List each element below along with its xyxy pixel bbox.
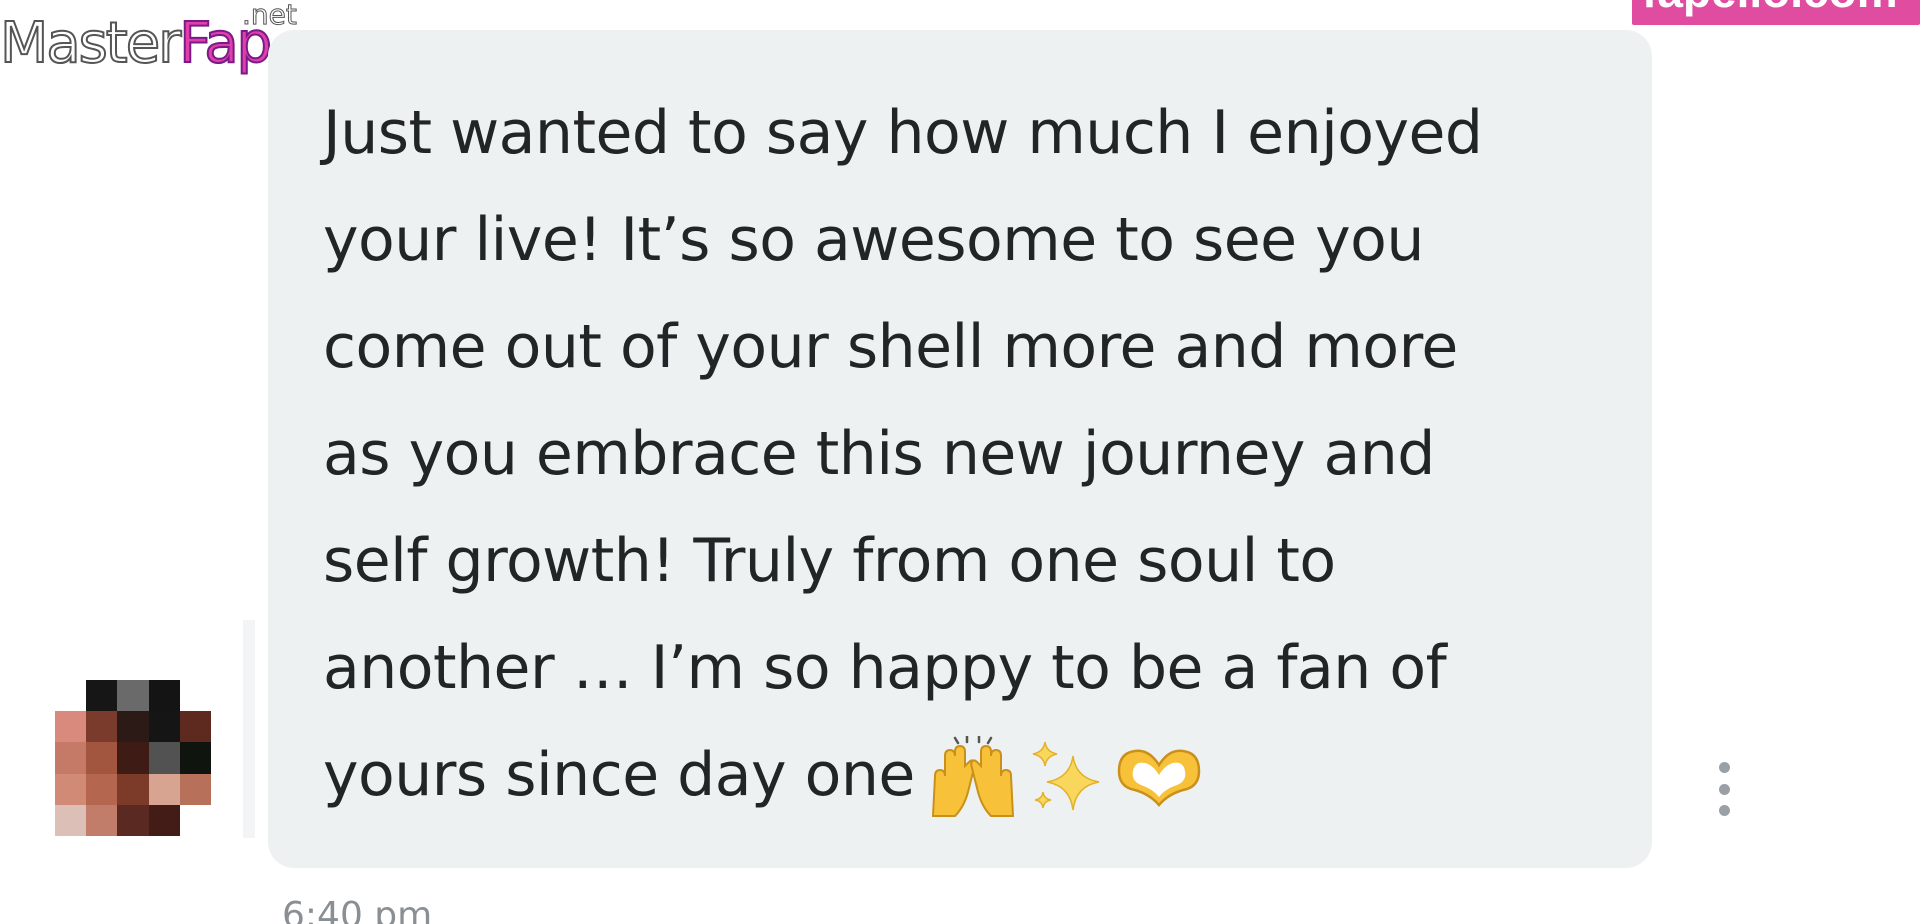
message-line: as you embrace this new journey and — [323, 419, 1435, 489]
watermark-banner: fapello.com — [1632, 0, 1920, 25]
message-line: another … I’m so happy to be a fan of — [323, 633, 1447, 703]
message-options-icon[interactable] — [1712, 762, 1736, 816]
heart-hands-icon — [1117, 749, 1201, 808]
logo-suffix: .net — [242, 0, 298, 32]
message-line: self growth! Truly from one soul to — [323, 526, 1336, 596]
avatar[interactable] — [55, 680, 211, 836]
message-divider — [243, 620, 255, 838]
message-text: Just wanted to say how much I enjoyed yo… — [323, 80, 1623, 829]
logo-wordmark: MasterFap — [0, 11, 273, 76]
chat-screen: MasterFap .net fapello.com — [0, 0, 1920, 924]
message-line: your live! It’s so awesome to see you — [323, 205, 1424, 275]
message-line: come out of your shell more and more — [323, 312, 1458, 382]
kebab-dot — [1718, 762, 1730, 773]
watermark-logo: MasterFap .net — [0, 0, 310, 80]
kebab-dot — [1718, 783, 1730, 795]
raising-hands-icon — [931, 736, 1014, 818]
sparkles-icon — [1032, 742, 1099, 811]
emoji-group — [925, 736, 1205, 820]
message-line: yours since day one — [323, 740, 915, 810]
kebab-dot — [1718, 805, 1730, 816]
banner-text: fapello.com — [1642, 0, 1898, 18]
message-timestamp: 6:40 pm — [282, 895, 433, 924]
message-line-last: yours since day one — [323, 722, 1623, 829]
message-line: Just wanted to say how much I enjoyed — [323, 98, 1483, 168]
logo-main-text: Master — [0, 11, 182, 76]
